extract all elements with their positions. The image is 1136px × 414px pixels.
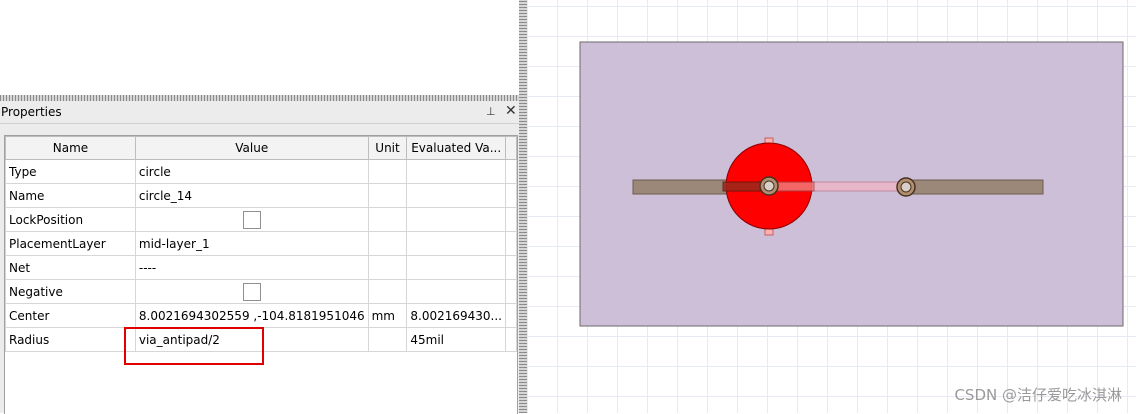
property-evaluated[interactable] [406, 279, 506, 304]
checkbox[interactable] [242, 282, 261, 301]
property-name: LockPosition [5, 207, 136, 232]
row-spacer [505, 303, 517, 328]
table-row[interactable]: Name circle_14 [5, 183, 517, 208]
property-evaluated[interactable]: 8.002169430... [406, 303, 506, 328]
property-name: Net [5, 255, 136, 280]
properties-table: Name Value Unit Evaluated Va... Type circ… [5, 136, 517, 352]
property-value[interactable] [134, 207, 369, 232]
property-evaluated[interactable] [406, 159, 506, 184]
col-header-value[interactable]: Value [134, 136, 369, 160]
property-name: Name [5, 183, 136, 208]
col-header-unit[interactable]: Unit [367, 136, 408, 160]
property-value[interactable]: ---- [134, 255, 369, 280]
properties-grid: Name Value Unit Evaluated Va... Type circ… [4, 135, 518, 414]
property-unit[interactable]: mm [367, 303, 408, 328]
layout-drawing [579, 41, 1124, 327]
table-header-row: Name Value Unit Evaluated Va... [5, 136, 517, 160]
property-name: Radius [5, 327, 136, 352]
col-header-evaluated[interactable]: Evaluated Va... [406, 136, 506, 160]
property-evaluated[interactable] [406, 255, 506, 280]
checkbox[interactable] [242, 210, 261, 229]
property-evaluated[interactable]: 45mil [406, 327, 506, 352]
table-row[interactable]: Type circle [5, 159, 517, 184]
row-spacer [505, 183, 517, 208]
property-evaluated[interactable] [406, 183, 506, 208]
table-row[interactable]: LockPosition [5, 207, 517, 232]
pin-icon[interactable]: ⊥ [486, 105, 496, 118]
panel-title: Properties [1, 105, 62, 119]
property-unit[interactable] [367, 255, 408, 280]
close-icon[interactable]: ✕ [505, 103, 517, 119]
vertical-splitter[interactable] [519, 0, 527, 413]
top-blank-area [0, 0, 520, 95]
col-header-name[interactable]: Name [5, 136, 136, 160]
antipad-marker-bottom [764, 228, 774, 236]
row-spacer [505, 159, 517, 184]
property-value[interactable]: mid-layer_1 [134, 231, 369, 256]
via-left-hole [763, 180, 775, 192]
row-spacer [505, 231, 517, 256]
row-spacer [505, 279, 517, 304]
layout-canvas[interactable] [527, 0, 1136, 413]
property-unit[interactable] [367, 327, 408, 352]
property-value[interactable]: circle_14 [134, 183, 369, 208]
property-name: PlacementLayer [5, 231, 136, 256]
property-value[interactable]: circle [134, 159, 369, 184]
table-row[interactable]: PlacementLayer mid-layer_1 [5, 231, 517, 256]
property-name: Center [5, 303, 136, 328]
property-unit[interactable] [367, 207, 408, 232]
watermark: CSDN @洁仔爱吃冰淇淋 [954, 386, 1122, 404]
row-spacer [505, 327, 517, 352]
property-unit[interactable] [367, 183, 408, 208]
property-unit[interactable] [367, 231, 408, 256]
col-header-spacer [505, 136, 517, 160]
property-evaluated[interactable] [406, 207, 506, 232]
property-value[interactable] [134, 279, 369, 304]
property-unit[interactable] [367, 279, 408, 304]
property-name: Type [5, 159, 136, 184]
trace-right [905, 179, 1044, 195]
property-unit[interactable] [367, 159, 408, 184]
table-row[interactable]: Negative [5, 279, 517, 304]
via-right-hole [900, 181, 912, 193]
row-spacer [505, 207, 517, 232]
radius-highlight-box [124, 327, 264, 365]
table-row[interactable]: Net ---- [5, 255, 517, 280]
property-name: Negative [5, 279, 136, 304]
property-value[interactable]: 8.0021694302559 ,-104.8181951046 [134, 303, 369, 328]
row-spacer [505, 255, 517, 280]
properties-title-bar: Properties ⊥ ✕ [0, 101, 519, 124]
property-evaluated[interactable] [406, 231, 506, 256]
table-row[interactable]: Center 8.0021694302559 ,-104.8181951046 mm… [5, 303, 517, 328]
